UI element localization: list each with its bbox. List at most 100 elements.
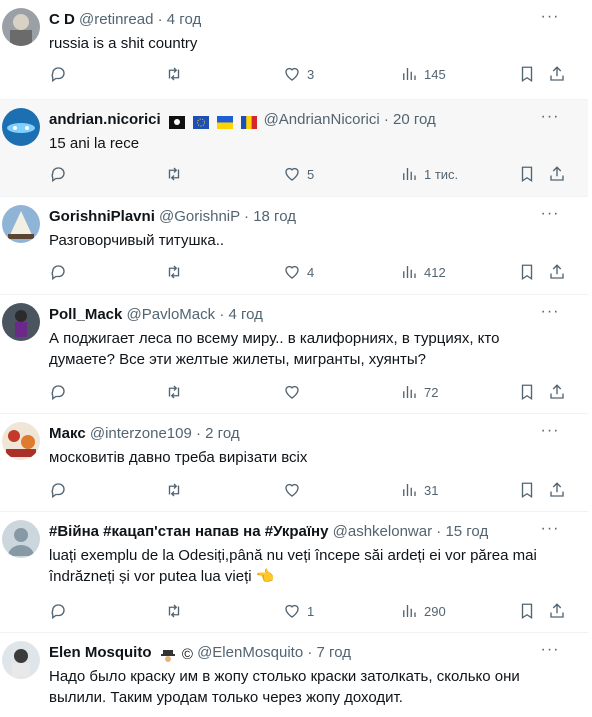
- separator: ·: [157, 11, 163, 28]
- avatar[interactable]: [2, 303, 40, 341]
- tweet-header: GorishniPlavni @GorishniP · 18 год: [49, 207, 558, 227]
- more-icon[interactable]: ···: [540, 642, 560, 663]
- tweet-card[interactable]: C D @retinread · 4 год ··· russia is a s…: [0, 0, 588, 100]
- bookmark-button[interactable]: [518, 262, 536, 282]
- tweet-card[interactable]: andrian.nicorici @AndrianNicorici · 20 г…: [0, 100, 588, 197]
- avatar[interactable]: [2, 8, 40, 46]
- display-name[interactable]: GorishniPlavni: [49, 208, 155, 225]
- like-count: 4: [307, 264, 315, 280]
- share-icon: [550, 264, 564, 279]
- share-button[interactable]: [548, 601, 566, 621]
- views-icon: [403, 168, 416, 180]
- like-button[interactable]: 1: [283, 601, 314, 621]
- view-count: 412: [424, 264, 446, 280]
- more-icon[interactable]: ···: [540, 9, 560, 30]
- display-name[interactable]: Elen Mosquito: [49, 644, 152, 661]
- display-name[interactable]: Poll_Mack: [49, 306, 122, 323]
- tweet-card[interactable]: #Війна #кацап'стан напав на #Україну @as…: [0, 512, 588, 633]
- timestamp[interactable]: 4 год: [167, 11, 201, 28]
- bookmark-button[interactable]: [518, 480, 536, 500]
- retweet-button[interactable]: [165, 601, 183, 621]
- bookmark-icon: [521, 166, 533, 183]
- tweet-card[interactable]: GorishniPlavni @GorishniP · 18 год ··· Р…: [0, 197, 588, 295]
- like-count: 3: [307, 66, 315, 82]
- more-icon[interactable]: ···: [540, 109, 560, 130]
- more-icon[interactable]: ···: [540, 304, 560, 325]
- reply-icon: [51, 604, 65, 620]
- reply-button[interactable]: [49, 164, 67, 184]
- retweet-button[interactable]: [165, 262, 183, 282]
- reply-button[interactable]: [49, 262, 67, 282]
- avatar[interactable]: [2, 641, 40, 679]
- timestamp[interactable]: 7 год: [317, 644, 351, 661]
- views-button[interactable]: 145: [400, 64, 446, 84]
- share-button[interactable]: [548, 164, 566, 184]
- tweet-card[interactable]: Elen Mosquito © @ElenMosquito · 7 год ··…: [0, 633, 588, 717]
- display-name[interactable]: C D: [49, 11, 75, 28]
- action-bar: 31: [0, 480, 588, 502]
- display-name[interactable]: Макс: [49, 425, 86, 442]
- avatar[interactable]: [2, 422, 40, 460]
- tweet-card[interactable]: Макс @interzone109 · 2 год ··· московиті…: [0, 414, 588, 512]
- user-handle[interactable]: @AndrianNicorici: [264, 111, 380, 128]
- user-handle[interactable]: @PavloMack: [127, 306, 216, 323]
- timestamp[interactable]: 2 год: [205, 425, 239, 442]
- share-button[interactable]: [548, 480, 566, 500]
- like-icon: [285, 604, 299, 618]
- retweet-button[interactable]: [165, 164, 183, 184]
- display-name[interactable]: andrian.nicorici: [49, 111, 161, 128]
- retweet-button[interactable]: [165, 64, 183, 84]
- bookmark-button[interactable]: [518, 601, 536, 621]
- more-icon[interactable]: ···: [540, 206, 560, 227]
- eu-flag-icon: [193, 115, 210, 129]
- reply-button[interactable]: [49, 601, 67, 621]
- avatar[interactable]: [2, 205, 40, 243]
- retweet-icon: [168, 483, 180, 497]
- like-button[interactable]: 4: [283, 262, 314, 282]
- views-icon: [403, 605, 416, 617]
- avatar[interactable]: [2, 108, 40, 146]
- like-button[interactable]: 3: [283, 64, 314, 84]
- like-button[interactable]: [283, 480, 307, 500]
- bookmark-button[interactable]: [518, 164, 536, 184]
- more-icon[interactable]: ···: [540, 521, 560, 542]
- copyright-symbol: ©: [181, 646, 193, 663]
- share-icon: [550, 384, 564, 399]
- reply-button[interactable]: [49, 382, 67, 402]
- tweet-text: russia is a shit country: [49, 35, 198, 52]
- timestamp[interactable]: 15 год: [445, 523, 488, 540]
- views-button[interactable]: 31: [400, 480, 438, 500]
- like-button[interactable]: [283, 382, 307, 402]
- user-handle[interactable]: @ElenMosquito: [197, 644, 303, 661]
- timestamp[interactable]: 20 год: [393, 111, 436, 128]
- like-button[interactable]: 5: [283, 164, 314, 184]
- share-button[interactable]: [548, 382, 566, 402]
- bookmark-icon: [521, 66, 533, 83]
- retweet-button[interactable]: [165, 480, 183, 500]
- display-name[interactable]: #Війна #кацап'стан напав на #Україну: [49, 523, 328, 540]
- user-handle[interactable]: @interzone109: [90, 425, 192, 442]
- more-icon[interactable]: ···: [540, 423, 560, 444]
- user-handle[interactable]: @retinread: [79, 11, 153, 28]
- view-count: 290: [424, 603, 446, 619]
- views-button[interactable]: 1 тис.: [400, 164, 458, 184]
- timestamp[interactable]: 18 год: [253, 208, 296, 225]
- user-handle[interactable]: @ashkelonwar: [333, 523, 432, 540]
- avatar[interactable]: [2, 520, 40, 558]
- name-emoji-badges: [167, 112, 260, 132]
- timestamp[interactable]: 4 год: [228, 306, 262, 323]
- reply-button[interactable]: [49, 480, 67, 500]
- views-button[interactable]: 412: [400, 262, 446, 282]
- share-button[interactable]: [548, 262, 566, 282]
- bookmark-button[interactable]: [518, 64, 536, 84]
- views-button[interactable]: 290: [400, 601, 446, 621]
- views-button[interactable]: 72: [400, 382, 438, 402]
- share-button[interactable]: [548, 64, 566, 84]
- user-handle[interactable]: @GorishniP: [159, 208, 240, 225]
- tweet-card[interactable]: Poll_Mack @PavloMack · 4 год ··· А поджи…: [0, 295, 588, 414]
- bookmark-button[interactable]: [518, 382, 536, 402]
- reply-button[interactable]: [49, 64, 67, 84]
- tweet-header: Макс @interzone109 · 2 год: [49, 424, 558, 444]
- retweet-button[interactable]: [165, 382, 183, 402]
- action-bar: 4 412: [0, 262, 588, 284]
